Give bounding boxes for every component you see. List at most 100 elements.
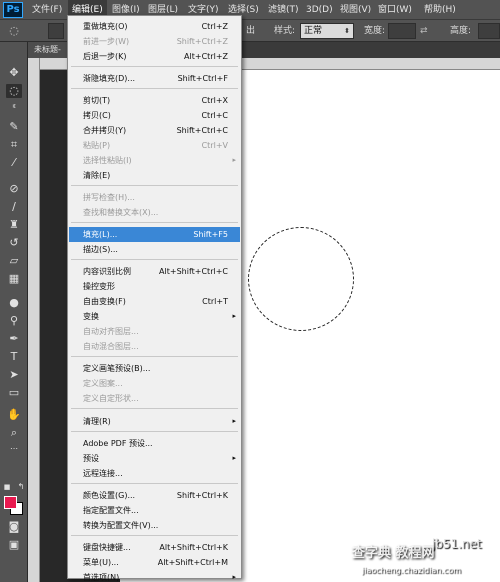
edit-menu-item[interactable]: 定义自定形状... — [69, 391, 240, 406]
more-tools-icon[interactable]: ⋯ — [6, 442, 22, 456]
edit-menu-item[interactable]: 定义图案... — [69, 376, 240, 391]
menu-separator — [71, 535, 238, 536]
edit-menu-item[interactable]: Adobe PDF 预设... — [69, 436, 240, 451]
edit-menu-item[interactable]: 重做填充(O) Ctrl+Z — [69, 19, 240, 34]
edit-menu-item[interactable]: 自动混合图层... — [69, 339, 240, 354]
edit-menu-item-label: 后退一步(K) — [83, 52, 127, 61]
edit-menu-item[interactable]: 描边(S)... — [69, 242, 240, 257]
edit-menu-item-shortcut: Shift+F5 — [193, 230, 228, 239]
edit-menu-item-label: 指定配置文件... — [83, 506, 139, 515]
edit-menu-item-label: 变换 — [83, 312, 99, 321]
gradient-tool-icon[interactable]: ▦ — [6, 272, 22, 286]
edit-menu-item[interactable]: 合并拷贝(Y) Shift+Ctrl+C — [69, 123, 240, 138]
style-select[interactable]: 正常 ⬍ — [300, 23, 354, 39]
edit-menu-item[interactable]: 粘贴(P) Ctrl+V — [69, 138, 240, 153]
pen-tool-icon[interactable]: ✒ — [6, 332, 22, 346]
edit-menu-item[interactable]: 指定配置文件... — [69, 503, 240, 518]
width-input[interactable] — [388, 23, 416, 39]
move-tool-icon[interactable]: ✥ — [6, 66, 22, 80]
menu-3d[interactable]: 3D(D) — [302, 0, 337, 20]
edit-menu-item[interactable]: 拼写检查(H)... — [69, 190, 240, 205]
edit-menu-item[interactable]: 清除(E) — [69, 168, 240, 183]
edit-menu-item[interactable]: 剪切(T) Ctrl+X — [69, 93, 240, 108]
edit-menu-item[interactable]: 键盘快捷键... Alt+Shift+Ctrl+K — [69, 540, 240, 555]
menu-separator — [71, 483, 238, 484]
height-input[interactable] — [478, 23, 500, 39]
edit-menu-item-label: 定义自定形状... — [83, 394, 139, 403]
ellipse-marquee-preset-icon[interactable]: ◌ — [6, 24, 22, 38]
healing-brush-tool-icon[interactable]: ⊘ — [6, 182, 22, 196]
edit-menu-item[interactable]: 定义画笔预设(B)... — [69, 361, 240, 376]
elliptical-marquee-tool-icon[interactable]: ◌ — [6, 84, 22, 98]
menu-separator — [71, 408, 238, 409]
edit-menu-item[interactable]: 拷贝(C) Ctrl+C — [69, 108, 240, 123]
swap-colors-icon[interactable]: ↰ — [16, 480, 26, 494]
edit-menu-item-label: 自由变换(F) — [83, 297, 126, 306]
edit-menu-item[interactable]: 自动对齐图层... — [69, 324, 240, 339]
edit-menu-item[interactable]: 远程连接... — [69, 466, 240, 481]
blur-tool-icon[interactable]: ● — [6, 296, 22, 310]
edit-menu-item[interactable]: 颜色设置(G)... Shift+Ctrl+K — [69, 488, 240, 503]
swap-icon[interactable]: ⇄ — [420, 23, 430, 39]
edit-menu-item[interactable]: 查找和替换文本(X)... — [69, 205, 240, 220]
edit-menu-item-shortcut: Alt+Shift+Ctrl+M — [157, 558, 228, 567]
edit-menu-item[interactable]: 选择性粘贴(I) ▸ — [69, 153, 240, 168]
default-colors-icon[interactable]: ■ — [2, 480, 12, 494]
vertical-ruler — [28, 58, 40, 582]
photoshop-logo: Ps — [3, 2, 23, 18]
edit-menu-item[interactable]: 预设 ▸ — [69, 451, 240, 466]
quick-mask-icon[interactable]: ◙ — [6, 520, 22, 534]
menu-separator — [71, 356, 238, 357]
edit-menu-item[interactable]: 填充(L)... Shift+F5 — [69, 227, 240, 242]
hand-tool-icon[interactable]: ✋ — [6, 408, 22, 422]
edit-menu-item-label: 远程连接... — [83, 469, 123, 478]
edit-menu-item-label: 拼写检查(H)... — [83, 193, 135, 202]
submenu-arrow-icon: ▸ — [232, 573, 236, 581]
foreground-color-swatch[interactable] — [4, 496, 17, 509]
edit-menu-item[interactable]: 内容识别比例 Alt+Shift+Ctrl+C — [69, 264, 240, 279]
edit-menu-item[interactable]: 菜单(U)... Alt+Shift+Ctrl+M — [69, 555, 240, 570]
edit-menu-item[interactable]: 变换 ▸ — [69, 309, 240, 324]
edit-menu-item[interactable]: 渐隐填充(D)... Shift+Ctrl+F — [69, 71, 240, 86]
edit-menu-item-label: 清除(E) — [83, 171, 111, 180]
zoom-tool-icon[interactable]: ⌕ — [6, 426, 22, 440]
edit-menu-item[interactable]: 转换为配置文件(V)... — [69, 518, 240, 533]
edit-menu-item[interactable]: 后退一步(K) Alt+Ctrl+Z — [69, 49, 240, 64]
path-selection-tool-icon[interactable]: ➤ — [6, 368, 22, 382]
type-tool-icon[interactable]: T — [6, 350, 22, 364]
edit-menu-item[interactable]: 首选项(N) ▸ — [69, 570, 240, 582]
menu-window[interactable]: 窗口(W) — [374, 0, 416, 20]
shape-tool-icon[interactable]: ▭ — [6, 386, 22, 400]
edit-menu-item-shortcut: Alt+Ctrl+Z — [184, 52, 228, 61]
lasso-tool-icon[interactable]: ᓫ — [6, 102, 22, 116]
menu-filter[interactable]: 滤镜(T) — [264, 0, 303, 20]
edit-menu-item[interactable]: 自由变换(F) Ctrl+T — [69, 294, 240, 309]
dodge-tool-icon[interactable]: ⚲ — [6, 314, 22, 328]
edit-menu-item-label: 清理(R) — [83, 417, 111, 426]
menu-help[interactable]: 帮助(H) — [420, 0, 460, 20]
submenu-arrow-icon: ▸ — [232, 312, 236, 320]
brush-tool-icon[interactable]: ∕ — [6, 200, 22, 214]
edit-menu-item[interactable]: 操控变形 — [69, 279, 240, 294]
menu-separator — [71, 259, 238, 260]
edit-menu-item[interactable]: 清理(R) ▸ — [69, 414, 240, 429]
document-tab[interactable]: 未标题- — [28, 42, 68, 58]
quick-selection-tool-icon[interactable]: ✎ — [6, 120, 22, 134]
edit-menu-item-label: 菜单(U)... — [83, 558, 119, 567]
menu-file[interactable]: 文件(F) — [28, 0, 66, 20]
eraser-tool-icon[interactable]: ▱ — [6, 254, 22, 268]
menu-view[interactable]: 视图(V) — [336, 0, 375, 20]
edit-menu-item-label: 前进一步(W) — [83, 37, 130, 46]
submenu-arrow-icon: ▸ — [232, 417, 236, 425]
edit-dropdown-menu: 重做填充(O) Ctrl+Z 前进一步(W) Shift+Ctrl+Z 后退一步(K) A… — [67, 15, 242, 582]
new-selection-icon[interactable] — [48, 23, 64, 39]
edit-menu-item[interactable]: 前进一步(W) Shift+Ctrl+Z — [69, 34, 240, 49]
history-brush-tool-icon[interactable]: ↺ — [6, 236, 22, 250]
elliptical-selection[interactable] — [248, 227, 354, 331]
eyedropper-tool-icon[interactable]: ⁄ — [6, 156, 22, 170]
crop-tool-icon[interactable]: ⌗ — [6, 138, 22, 152]
edit-menu-item-shortcut: Ctrl+V — [201, 141, 228, 150]
clone-stamp-tool-icon[interactable]: ♜ — [6, 218, 22, 232]
edit-menu-item-label: Adobe PDF 预设... — [83, 439, 153, 448]
screen-mode-icon[interactable]: ▣ — [6, 538, 22, 552]
